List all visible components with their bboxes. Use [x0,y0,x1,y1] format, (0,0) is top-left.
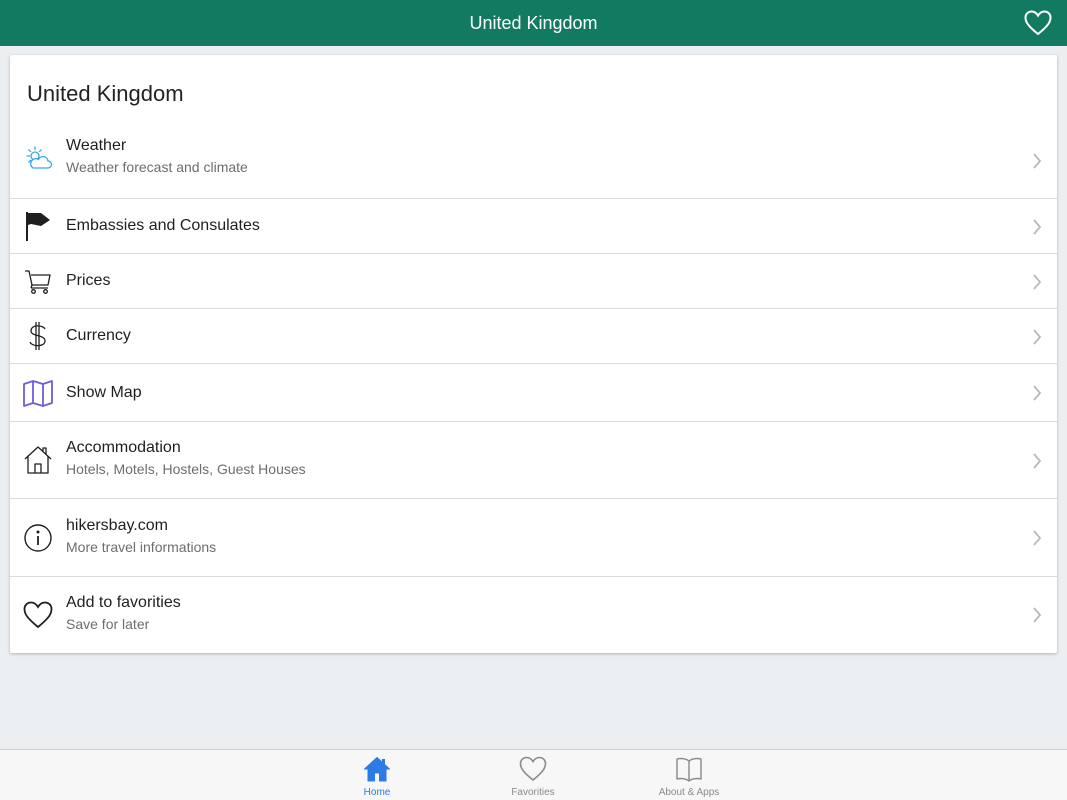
nav-favorite-button[interactable] [1023,8,1053,38]
info-icon [23,523,53,553]
list-item-weather[interactable]: Weather Weather forecast and climate [10,123,1057,199]
chevron-right-icon [1031,153,1043,169]
list-item-show-map[interactable]: Show Map [10,364,1057,422]
item-label: Show Map [66,384,142,401]
item-label: Weather [66,137,127,154]
heart-outline-icon [1024,10,1052,36]
chevron-right-icon [1031,385,1043,401]
list-item-embassies[interactable]: Embassies and Consulates [10,199,1057,254]
list-item-add-favorite[interactable]: Add to favorities Save for later [10,577,1057,653]
item-label: Add to favorities [66,594,181,611]
chevron-right-icon [1031,453,1043,469]
item-subtitle: Save for later [66,616,150,632]
dollar-icon [23,321,53,351]
item-subtitle: Weather forecast and climate [66,159,248,175]
list-item-accommodation[interactable]: Accommodation Hotels, Motels, Hostels, G… [10,422,1057,499]
cart-icon [23,266,53,296]
chevron-right-icon [1031,607,1043,623]
tab-label: About & Apps [658,787,720,798]
nav-title: United Kingdom [469,12,598,33]
list-item-website[interactable]: hikersbay.com More travel informations [10,499,1057,577]
flag-icon [23,211,53,241]
top-navbar: United Kingdom [0,0,1067,46]
book-icon [674,754,704,784]
tab-favorities[interactable]: Favorities [478,750,588,800]
map-icon [23,378,53,408]
chevron-right-icon [1031,329,1043,345]
tab-about-apps[interactable]: About & Apps [634,750,744,800]
list-item-prices[interactable]: Prices [10,254,1057,309]
chevron-right-icon [1031,274,1043,290]
item-label: Accommodation [66,439,181,456]
page-title: United Kingdom [27,81,184,106]
item-label: Embassies and Consulates [66,217,260,234]
item-label: Prices [66,272,111,289]
chevron-right-icon [1031,530,1043,546]
item-subtitle: More travel informations [66,539,217,555]
weather-icon [23,144,53,174]
list-item-currency[interactable]: Currency [10,309,1057,364]
tab-label: Favorities [511,787,555,798]
heart-outline-icon [518,754,548,784]
home-icon [362,754,392,784]
house-icon [23,445,53,475]
tab-home[interactable]: Home [322,750,432,800]
bottom-tabbar: Home Favorities About & Apps [0,749,1067,800]
tab-label: Home [363,787,391,798]
country-card: United Kingdom Weather Weather forecast … [10,55,1057,653]
heart-icon [23,600,53,630]
item-subtitle: Hotels, Motels, Hostels, Guest Houses [66,461,306,477]
item-label: hikersbay.com [66,517,168,534]
chevron-right-icon [1031,219,1043,235]
item-label: Currency [66,327,131,344]
